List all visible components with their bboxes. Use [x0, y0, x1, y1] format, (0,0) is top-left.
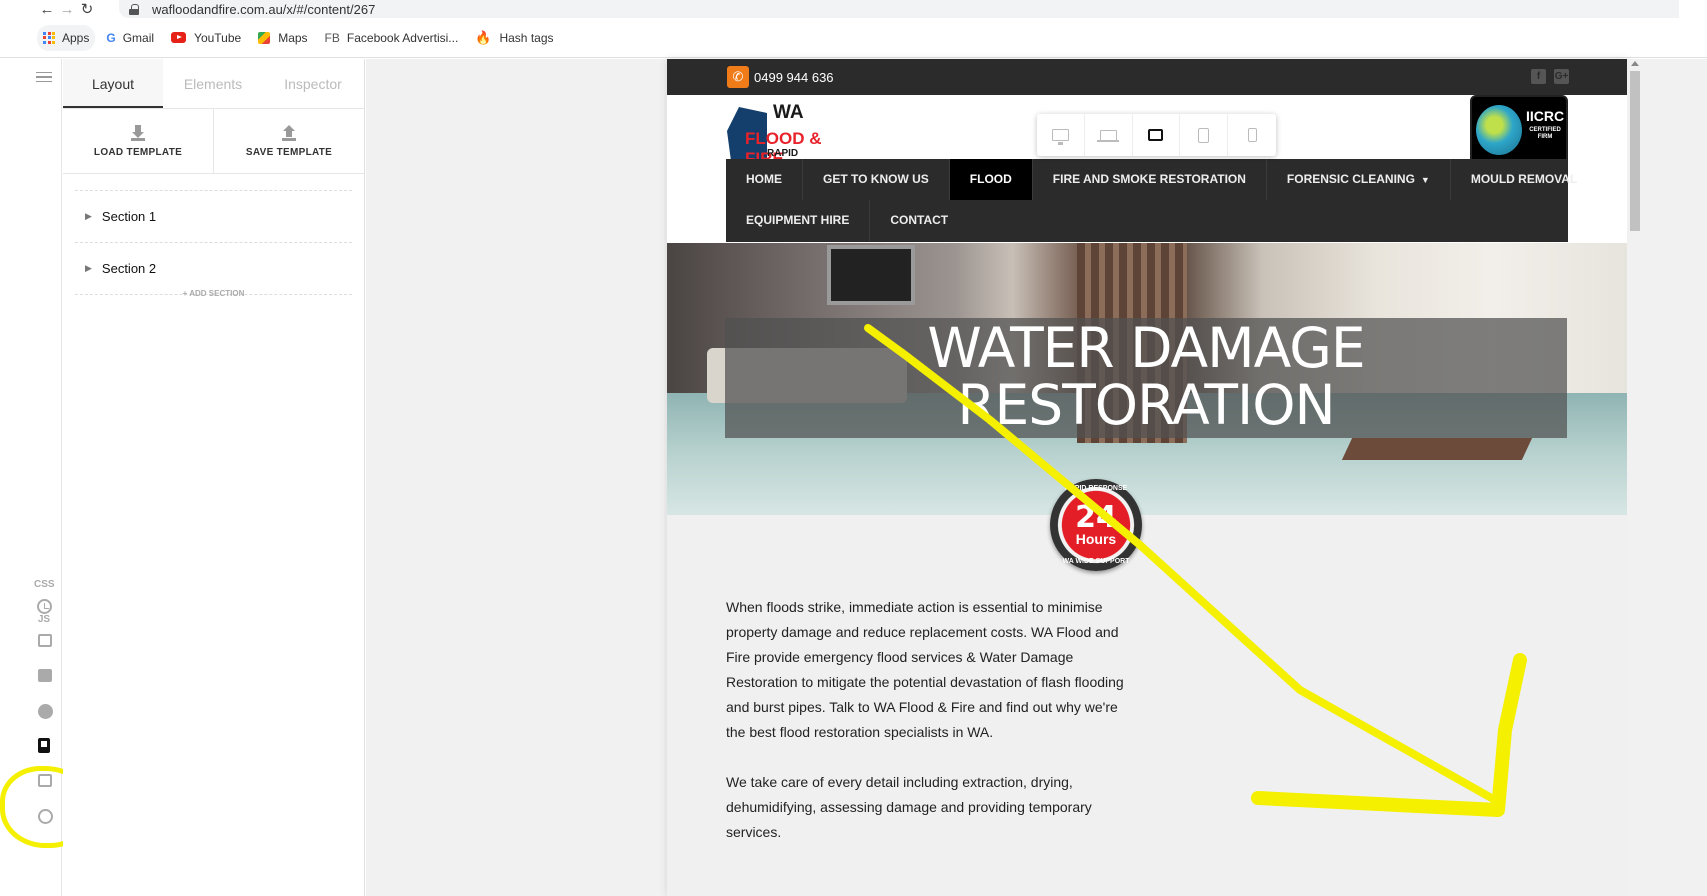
tablet-portrait-view-button[interactable]: [1180, 114, 1229, 156]
upload-icon: [282, 124, 296, 141]
menu-icon[interactable]: [36, 72, 52, 82]
desktop-view-button[interactable]: [1037, 114, 1085, 156]
device-switcher: [1037, 114, 1276, 156]
laptop-view-button[interactable]: [1085, 114, 1133, 156]
nav-contact[interactable]: CONTACT: [870, 200, 968, 241]
youtube-icon: [171, 32, 187, 43]
chevron-down-icon: ▼: [1420, 175, 1430, 185]
lock-icon: [129, 3, 139, 15]
iicrc-badge: IICRC CERTIFIED FIRM: [1470, 95, 1568, 165]
site-topbar: ✆ 0499 944 636 f G+: [667, 59, 1627, 95]
nav-mould-removal[interactable]: MOULD REMOVAL: [1451, 159, 1597, 200]
scroll-up-icon[interactable]: [1631, 61, 1639, 66]
intro-paragraph: When floods strike, immediate action is …: [726, 599, 1124, 740]
tablet-landscape-view-button[interactable]: [1133, 114, 1181, 156]
page-content: When floods strike, immediate action is …: [726, 595, 1126, 845]
bookmarks-bar: Apps G Gmail YouTube Maps FB Facebook Ad…: [0, 18, 1707, 58]
caret-right-icon: ▶: [85, 263, 92, 273]
url-text: wafloodandfire.com.au/x/#/content/267: [152, 1, 376, 17]
history-icon[interactable]: [37, 599, 52, 614]
nav-forensic-cleaning[interactable]: FORENSIC CLEANING ▼: [1267, 159, 1451, 200]
reload-icon[interactable]: ↻: [77, 0, 97, 18]
globe-icon: [1476, 105, 1522, 155]
layout-icon[interactable]: [38, 634, 52, 647]
apps-grid-icon: [43, 31, 55, 44]
editor-rail: CSS JS: [0, 59, 95, 896]
bookmark-gmail[interactable]: G Gmail: [100, 25, 160, 51]
hero-banner: WATER DAMAGE RESTORATION: [667, 243, 1627, 515]
phone-number[interactable]: 0499 944 636: [754, 70, 834, 85]
caret-right-icon: ▶: [85, 211, 92, 221]
download-icon: [131, 124, 145, 141]
section-item[interactable]: ▶ Section 1: [75, 190, 352, 242]
bookmark-apps[interactable]: Apps: [37, 24, 96, 51]
section-item[interactable]: ▶ Section 2: [75, 242, 352, 294]
info-icon[interactable]: [38, 704, 53, 719]
social-links: f G+: [1531, 69, 1569, 84]
hero-table: [1341, 438, 1533, 460]
copy-icon[interactable]: [38, 669, 52, 682]
section-list: ▶ Section 1 ▶ Section 2 + ADD SECTION: [63, 174, 364, 298]
back-icon[interactable]: ←: [37, 0, 57, 18]
main-nav: HOME GET TO KNOW US FLOOD FIRE AND SMOKE…: [726, 159, 1577, 242]
google-plus-icon[interactable]: G+: [1554, 69, 1569, 84]
bookmark-hashtags[interactable]: 🔥 Hash tags: [469, 25, 559, 51]
phone-icon: ✆: [727, 66, 749, 88]
24-hours-badge: RAPID RESPONSE 24 Hours WA WIDE SUPPORT: [1050, 479, 1142, 571]
nav-fire-smoke[interactable]: FIRE AND SMOKE RESTORATION: [1033, 159, 1267, 200]
fire-icon: 🔥: [475, 29, 492, 45]
forward-icon[interactable]: →: [57, 0, 77, 18]
tablet-portrait-icon: [1198, 127, 1210, 143]
google-icon: G: [106, 30, 116, 45]
tab-elements[interactable]: Elements: [163, 59, 263, 108]
nav-row: HOME GET TO KNOW US FLOOD FIRE AND SMOKE…: [726, 159, 1577, 200]
phone-view-button[interactable]: [1228, 114, 1276, 156]
nav-equipment-hire[interactable]: EQUIPMENT HIRE: [726, 200, 871, 241]
device-preview-icon[interactable]: [38, 738, 50, 753]
address-bar[interactable]: wafloodandfire.com.au/x/#/content/267: [119, 0, 1679, 18]
layout-panel: Layout Elements Inspector LOAD TEMPLATE …: [63, 59, 365, 896]
bookmark-facebook[interactable]: FB Facebook Advertisi...: [319, 25, 465, 51]
load-template-button[interactable]: LOAD TEMPLATE: [63, 109, 213, 173]
editor-canvas: ✆ 0499 944 636 f G+ WA FLOOD & FIRE RAPI…: [366, 59, 1707, 896]
tablet-landscape-icon: [1148, 129, 1164, 141]
facebook-icon[interactable]: f: [1531, 69, 1546, 84]
phone-device-icon: [1247, 128, 1257, 142]
nav-flood[interactable]: FLOOD: [949, 159, 1033, 200]
nav-row: EQUIPMENT HIRE CONTACT: [726, 200, 1568, 241]
services-paragraph: We take care of every detail including e…: [726, 774, 1092, 840]
bookmark-youtube[interactable]: YouTube: [165, 25, 247, 51]
monitor-icon: [1051, 129, 1069, 145]
bookmark-maps[interactable]: Maps: [252, 25, 313, 51]
add-section: + ADD SECTION: [75, 289, 352, 298]
add-section-button[interactable]: + ADD SECTION: [75, 289, 352, 298]
browser-toolbar: ← → ↻ wafloodandfire.com.au/x/#/content/…: [0, 0, 1707, 18]
template-actions: LOAD TEMPLATE SAVE TEMPLATE: [63, 109, 364, 174]
tab-layout[interactable]: Layout: [63, 59, 163, 108]
save-template-button[interactable]: SAVE TEMPLATE: [213, 109, 364, 173]
scroll-thumb[interactable]: [1630, 71, 1640, 231]
css-button[interactable]: CSS: [34, 579, 55, 590]
tab-inspector[interactable]: Inspector: [263, 59, 363, 108]
site-preview: ✆ 0499 944 636 f G+ WA FLOOD & FIRE RAPI…: [667, 59, 1627, 896]
hero-title: WATER DAMAGE RESTORATION: [725, 318, 1567, 438]
maps-icon: [258, 31, 271, 44]
preview-scrollbar[interactable]: [1627, 59, 1643, 896]
js-button[interactable]: JS: [34, 614, 54, 625]
hero-tv: [827, 245, 915, 305]
fb-label: FB: [324, 30, 340, 45]
nav-get-to-know-us[interactable]: GET TO KNOW US: [803, 159, 950, 200]
laptop-icon: [1096, 129, 1119, 142]
panel-tabs: Layout Elements Inspector: [63, 59, 364, 109]
nav-home[interactable]: HOME: [726, 159, 803, 200]
